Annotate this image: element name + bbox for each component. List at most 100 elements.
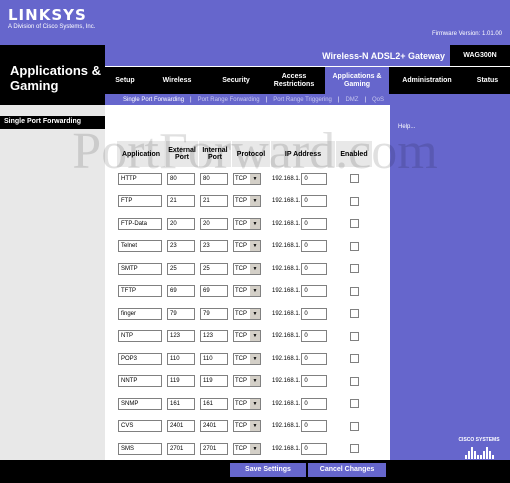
application-name-input[interactable]: CVS [118, 420, 162, 433]
application-name-input[interactable]: TFTP [118, 285, 162, 298]
dropdown-arrow-icon: ▼ [250, 376, 260, 387]
ip-last-octet-input[interactable]: 0 [301, 285, 328, 298]
internal-port-input[interactable]: 23 [200, 240, 228, 253]
application-name-input[interactable]: POP3 [118, 352, 162, 365]
internal-port-input[interactable]: 2401 [200, 420, 228, 433]
external-port-input[interactable]: 23 [167, 240, 195, 253]
external-port-input[interactable]: 69 [167, 285, 195, 298]
ip-last-octet-input[interactable]: 0 [301, 330, 328, 343]
external-port-input[interactable]: 21 [167, 195, 195, 208]
application-name-input[interactable]: SMTP [118, 262, 162, 275]
tab-setup[interactable]: Setup [105, 67, 145, 94]
application-name-input[interactable]: FTP-Data [118, 217, 162, 230]
enabled-checkbox[interactable] [349, 241, 359, 251]
enabled-checkbox[interactable] [349, 444, 359, 454]
save-settings-button[interactable]: Save Settings [230, 463, 306, 477]
protocol-select[interactable]: TCP▼ [233, 195, 261, 208]
protocol-select[interactable]: TCP▼ [233, 240, 261, 253]
tab-access-restrictions[interactable]: Access Restrictions [263, 67, 325, 94]
internal-port-input[interactable]: 2701 [200, 442, 228, 455]
external-port-input[interactable]: 161 [167, 397, 195, 410]
internal-port-input[interactable]: 119 [200, 375, 228, 388]
product-row: Wireless-N ADSL2+ Gateway WAG300N [105, 45, 510, 67]
ip-last-octet-input[interactable]: 0 [301, 307, 328, 320]
external-port-input[interactable]: 2701 [167, 442, 195, 455]
internal-port-input[interactable]: 21 [200, 195, 228, 208]
application-name-input[interactable]: NTP [118, 330, 162, 343]
external-port-input[interactable]: 123 [167, 330, 195, 343]
external-port-input[interactable]: 79 [167, 307, 195, 320]
subtab-dmz[interactable]: DMZ [345, 97, 358, 103]
cancel-changes-button[interactable]: Cancel Changes [308, 463, 386, 477]
ip-last-octet-input[interactable]: 0 [301, 217, 328, 230]
internal-port-input[interactable]: 110 [200, 352, 228, 365]
tab-security[interactable]: Security [209, 67, 263, 94]
enabled-checkbox[interactable] [349, 286, 359, 296]
protocol-select[interactable]: TCP▼ [233, 442, 261, 455]
external-port-input[interactable]: 110 [167, 352, 195, 365]
tab-applications-gaming[interactable]: Applications & Gaming [325, 67, 389, 94]
protocol-select[interactable]: TCP▼ [233, 285, 261, 298]
application-name-input[interactable]: HTTP [118, 172, 162, 185]
tab-administration[interactable]: Administration [389, 67, 465, 94]
enabled-checkbox[interactable] [349, 309, 359, 319]
internal-port-input[interactable]: 25 [200, 262, 228, 275]
enabled-checkbox[interactable] [349, 174, 359, 184]
enabled-checkbox[interactable] [349, 264, 359, 274]
enabled-checkbox[interactable] [349, 331, 359, 341]
ip-last-octet-input[interactable]: 0 [301, 420, 328, 433]
application-name-input[interactable]: SNMP [118, 397, 162, 410]
enabled-checkbox[interactable] [349, 399, 359, 409]
external-port-input[interactable]: 20 [167, 217, 195, 230]
ip-last-octet-input[interactable]: 0 [301, 195, 328, 208]
protocol-select[interactable]: TCP▼ [233, 330, 261, 343]
cell-internal-port: 161 [199, 393, 231, 415]
application-name-input[interactable]: NNTP [118, 375, 162, 388]
protocol-select[interactable]: TCP▼ [233, 172, 261, 185]
protocol-select[interactable]: TCP▼ [233, 420, 261, 433]
internal-port-input[interactable]: 80 [200, 172, 228, 185]
ip-last-octet-input[interactable]: 0 [301, 352, 328, 365]
enabled-checkbox[interactable] [349, 376, 359, 386]
cell-internal-port: 110 [199, 348, 231, 370]
enabled-checkbox[interactable] [349, 196, 359, 206]
protocol-select[interactable]: TCP▼ [233, 217, 261, 230]
ip-last-octet-input[interactable]: 0 [301, 375, 328, 388]
external-port-input[interactable]: 25 [167, 262, 195, 275]
enabled-checkbox[interactable] [349, 219, 359, 229]
internal-port-input[interactable]: 123 [200, 330, 228, 343]
internal-port-input[interactable]: 20 [200, 217, 228, 230]
protocol-select[interactable]: TCP▼ [233, 375, 261, 388]
table-row: finger 79 79 TCP ▼ 192.168.1. 0 [117, 303, 372, 325]
protocol-select[interactable]: TCP▼ [233, 352, 261, 365]
application-name-input[interactable]: FTP [118, 195, 162, 208]
ip-last-octet-input[interactable]: 0 [301, 262, 328, 275]
tab-wireless[interactable]: Wireless [145, 67, 209, 94]
internal-port-input[interactable]: 161 [200, 397, 228, 410]
application-name-input[interactable]: finger [118, 307, 162, 320]
subtab-port-range-triggering[interactable]: Port Range Triggering [273, 97, 332, 103]
ip-last-octet-input[interactable]: 0 [301, 172, 328, 185]
tab-label: Applications & Gaming [332, 72, 382, 88]
subtab-qos[interactable]: QoS [372, 97, 384, 103]
protocol-select[interactable]: TCP▼ [233, 307, 261, 320]
subtab-single-port-forwarding[interactable]: Single Port Forwarding [123, 97, 184, 103]
enabled-checkbox[interactable] [349, 421, 359, 431]
external-port-input[interactable]: 80 [167, 172, 195, 185]
protocol-select[interactable]: TCP▼ [233, 397, 261, 410]
subtab-port-range-forwarding[interactable]: Port Range Forwarding [198, 97, 260, 103]
application-name-input[interactable]: Telnet [118, 240, 162, 253]
external-port-input[interactable]: 2401 [167, 420, 195, 433]
tab-status[interactable]: Status [465, 67, 510, 94]
ip-last-octet-input[interactable]: 0 [301, 240, 328, 253]
enabled-checkbox[interactable] [349, 354, 359, 364]
protocol-select[interactable]: TCP▼ [233, 262, 261, 275]
internal-port-input[interactable]: 69 [200, 285, 228, 298]
external-port-input[interactable]: 119 [167, 375, 195, 388]
ip-last-octet-input[interactable]: 0 [301, 442, 328, 455]
application-name-input[interactable]: SMS [118, 442, 162, 455]
table-row: SMTP 25 25 TCP ▼ 192.168.1. 0 [117, 258, 372, 280]
ip-last-octet-input[interactable]: 0 [301, 397, 328, 410]
internal-port-input[interactable]: 79 [200, 307, 228, 320]
help-link[interactable]: Help... [398, 124, 415, 130]
